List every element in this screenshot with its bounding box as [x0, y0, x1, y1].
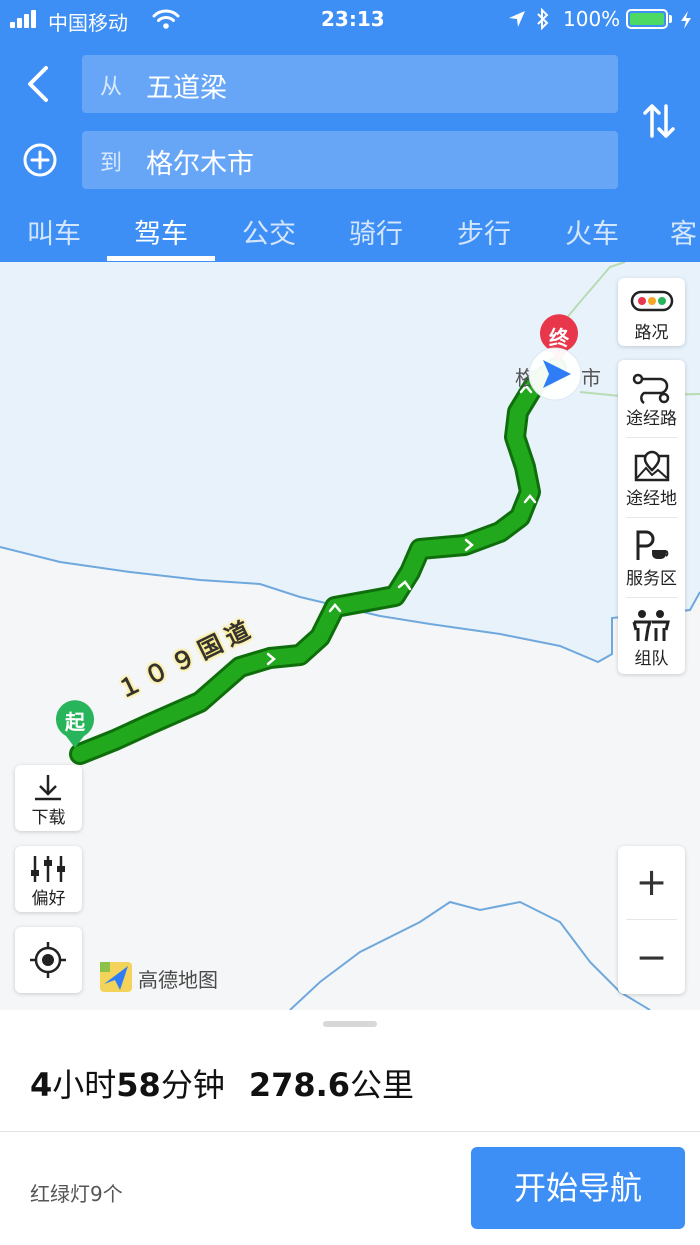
- duration-hours: 4: [30, 1066, 53, 1104]
- route-map[interactable]: １０９国道 起 终 格 市 路况 途经路 途经地 服务区 组队 下载 偏好 + …: [0, 262, 700, 1010]
- route-waypoint-icon: [632, 373, 670, 404]
- destination-prefix: 到: [100, 151, 123, 176]
- waypoint-route-label: 途经路: [626, 409, 677, 429]
- divider: [0, 1131, 700, 1132]
- tab-bus[interactable]: 公交: [215, 212, 323, 251]
- start-label: 起: [65, 710, 85, 734]
- wifi-icon: [152, 9, 180, 29]
- download-button[interactable]: 下载: [15, 765, 82, 831]
- route-distance: 278.6: [248, 1066, 351, 1104]
- destination-value: 格尔木市: [146, 149, 254, 180]
- origin-prefix: 从: [100, 75, 123, 100]
- duration-minutes: 58: [116, 1066, 161, 1104]
- active-tab-indicator: [107, 256, 215, 261]
- river-line-south: [289, 900, 651, 1010]
- location-arrow-icon: [509, 11, 525, 27]
- start-navigation-button[interactable]: 开始导航: [471, 1147, 685, 1229]
- route-summary-sheet: 4小时58分钟 278.6公里 红绿灯9个 开始导航: [0, 1010, 700, 1245]
- charging-icon: [681, 11, 691, 29]
- city-label-right: 市: [581, 366, 601, 390]
- swap-icon[interactable]: [640, 100, 678, 142]
- tab-drive[interactable]: 驾车: [107, 212, 215, 251]
- waypoint-place-label: 途经地: [626, 489, 677, 509]
- zoom-control: + −: [618, 846, 685, 994]
- service-area-icon: [636, 530, 669, 560]
- start-marker: 起: [52, 698, 98, 750]
- preference-label: 偏好: [31, 889, 66, 909]
- route-distance-unit: 公里: [350, 1066, 415, 1104]
- duration-hours-unit: 小时: [52, 1066, 117, 1104]
- tab-coach[interactable]: 客: [646, 212, 700, 251]
- zoom-out-button[interactable]: −: [618, 920, 685, 994]
- route-summary: 4小时58分钟 278.6公里: [30, 1060, 414, 1106]
- duration-minutes-unit: 分钟: [160, 1066, 225, 1104]
- battery-percent: 100%: [563, 7, 621, 31]
- origin-field[interactable]: 从 五道梁: [82, 55, 618, 113]
- preference-button[interactable]: 偏好: [15, 846, 82, 912]
- traffic-lights-count: 红绿灯9个: [30, 1182, 123, 1206]
- waypoint-place-button[interactable]: 途经地: [618, 438, 685, 516]
- amap-logo-text: 高德地图: [138, 968, 218, 992]
- traffic-label: 路况: [634, 323, 669, 343]
- back-icon[interactable]: [22, 62, 58, 106]
- waypoint-panel: 途经路 途经地 服务区 组队: [618, 360, 685, 674]
- battery-icon: [626, 9, 668, 29]
- status-bar: 中国移动 23:13 100%: [0, 0, 700, 40]
- team-button[interactable]: 组队: [618, 598, 685, 674]
- tab-walk[interactable]: 步行: [430, 212, 538, 251]
- traffic-light-icon: [630, 290, 674, 312]
- bluetooth-icon: [537, 8, 549, 30]
- carrier-name: 中国移动: [48, 11, 128, 35]
- add-waypoint-icon[interactable]: [22, 142, 58, 178]
- download-label: 下载: [31, 808, 66, 828]
- download-icon: [35, 775, 61, 801]
- route-header: 中国移动 23:13 100% 从 五道梁 到 格尔木市 叫车 驾车 公交 骑行…: [0, 0, 700, 262]
- sheet-drag-handle[interactable]: [323, 1021, 377, 1027]
- map-pin-icon: [634, 450, 670, 482]
- team-label: 组队: [634, 649, 669, 669]
- locate-button[interactable]: [15, 927, 82, 993]
- navigation-arrow-icon: [528, 347, 582, 401]
- battery-tip: [669, 15, 672, 23]
- signal-icon: [10, 10, 44, 28]
- locate-icon: [30, 942, 66, 978]
- sliders-icon: [31, 856, 65, 882]
- service-area-button[interactable]: 服务区: [618, 518, 685, 596]
- waypoint-route-button[interactable]: 途经路: [618, 360, 685, 436]
- status-time: 23:13: [321, 7, 385, 31]
- transport-tabs: 叫车 驾车 公交 骑行 步行 火车 客: [0, 200, 700, 262]
- team-icon: [632, 610, 670, 642]
- tab-bike[interactable]: 骑行: [322, 212, 430, 251]
- tab-taxi[interactable]: 叫车: [0, 212, 108, 251]
- amap-logo-icon: [100, 962, 132, 992]
- origin-value: 五道梁: [146, 73, 227, 104]
- zoom-in-button[interactable]: +: [618, 846, 685, 919]
- current-location-marker: [527, 346, 583, 402]
- tab-train[interactable]: 火车: [538, 212, 646, 251]
- destination-field[interactable]: 到 格尔木市: [82, 131, 618, 189]
- amap-logo: 高德地图: [98, 960, 238, 994]
- traffic-button[interactable]: 路况: [618, 278, 685, 346]
- service-area-label: 服务区: [626, 569, 677, 589]
